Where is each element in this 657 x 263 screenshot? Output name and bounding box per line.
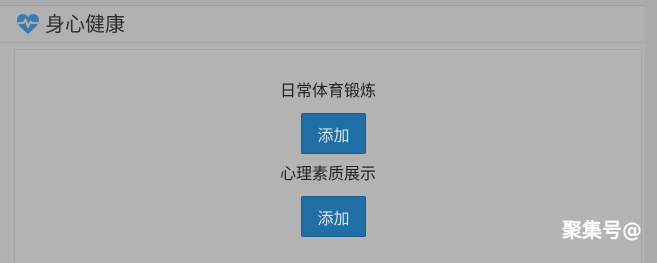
right-scroll-strip	[645, 0, 657, 263]
health-panel: 日常体育锻炼 添加 心理素质展示 添加	[14, 49, 642, 263]
exercise-label: 日常体育锻炼	[279, 81, 376, 100]
add-mental-quality-button[interactable]: 添加	[301, 196, 366, 237]
add-exercise-button[interactable]: 添加	[301, 113, 366, 154]
watermark: 聚集号@	[562, 218, 642, 242]
mental-quality-label: 心理素质展示	[279, 164, 376, 183]
section-header: 身心健康	[0, 6, 645, 43]
section-title: 身心健康	[45, 12, 125, 36]
heart-pulse-icon	[17, 14, 39, 34]
